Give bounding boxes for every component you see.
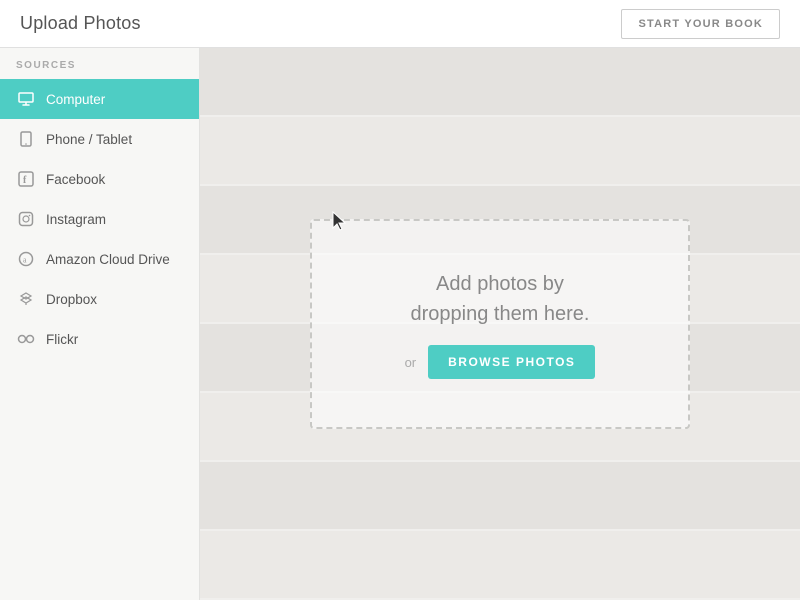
sidebar-item-flickr-label: Flickr bbox=[46, 332, 78, 347]
drop-zone-line1: Add photos by bbox=[436, 273, 564, 295]
facebook-icon: f bbox=[16, 169, 36, 189]
dropbox-icon bbox=[16, 289, 36, 309]
svg-text:f: f bbox=[23, 175, 27, 186]
page-title: Upload Photos bbox=[20, 13, 141, 34]
top-bar: Upload Photos START YOUR BOOK bbox=[0, 0, 800, 48]
main-layout: SOURCES Computer Phone / Tablet bbox=[0, 48, 800, 600]
flickr-icon bbox=[16, 329, 36, 349]
content-area: Add photos by dropping them here. or BRO… bbox=[200, 48, 800, 600]
bg-strip-1 bbox=[200, 48, 800, 117]
sidebar-item-flickr[interactable]: Flickr bbox=[0, 319, 199, 359]
top-bar-left: Upload Photos bbox=[0, 13, 141, 34]
drop-zone-text: Add photos by dropping them here. bbox=[410, 269, 589, 329]
bg-strip-2 bbox=[200, 117, 800, 186]
svg-text:a: a bbox=[23, 256, 27, 265]
start-book-button[interactable]: START YOUR BOOK bbox=[621, 9, 780, 39]
bg-strip-7 bbox=[200, 462, 800, 531]
sidebar-section-label: SOURCES bbox=[0, 48, 199, 79]
sidebar-item-computer[interactable]: Computer bbox=[0, 79, 199, 119]
amazon-icon: a bbox=[16, 249, 36, 269]
drop-zone-line2: dropping them here. bbox=[410, 303, 589, 325]
sidebar-item-instagram[interactable]: Instagram bbox=[0, 199, 199, 239]
sidebar-item-phone-label: Phone / Tablet bbox=[46, 132, 132, 147]
sidebar-item-amazon[interactable]: a Amazon Cloud Drive bbox=[0, 239, 199, 279]
computer-icon bbox=[16, 89, 36, 109]
instagram-icon bbox=[16, 209, 36, 229]
sidebar-item-computer-label: Computer bbox=[46, 92, 105, 107]
sidebar-item-dropbox[interactable]: Dropbox bbox=[0, 279, 199, 319]
sidebar: SOURCES Computer Phone / Tablet bbox=[0, 48, 200, 600]
phone-icon bbox=[16, 129, 36, 149]
sidebar-item-amazon-label: Amazon Cloud Drive bbox=[46, 252, 170, 267]
browse-photos-button[interactable]: BROWSE PHOTOS bbox=[428, 345, 595, 379]
drop-zone-or-row: or BROWSE PHOTOS bbox=[405, 345, 596, 379]
sidebar-item-phone-tablet[interactable]: Phone / Tablet bbox=[0, 119, 199, 159]
drop-zone: Add photos by dropping them here. or BRO… bbox=[310, 219, 690, 429]
sidebar-item-instagram-label: Instagram bbox=[46, 212, 106, 227]
bg-strip-8 bbox=[200, 531, 800, 600]
sidebar-item-facebook[interactable]: f Facebook bbox=[0, 159, 199, 199]
sidebar-item-facebook-label: Facebook bbox=[46, 172, 105, 187]
drop-zone-or-label: or bbox=[405, 355, 417, 370]
sidebar-item-dropbox-label: Dropbox bbox=[46, 292, 97, 307]
